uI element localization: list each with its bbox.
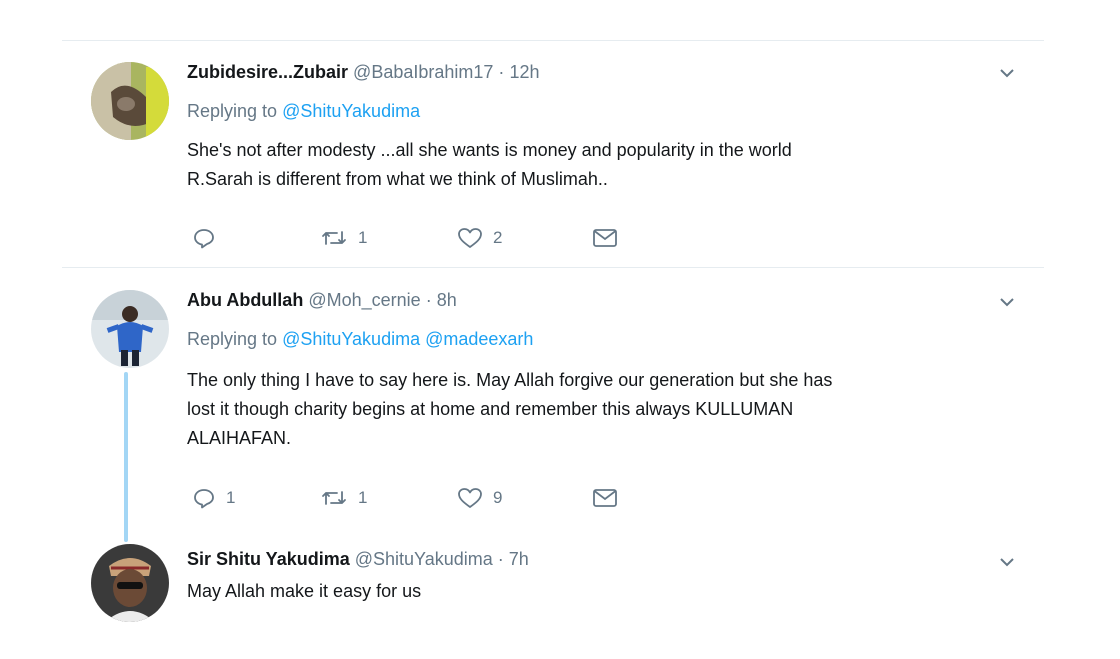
tweet-text: She's not after modesty ...all she wants… <box>187 136 1027 194</box>
retweet-button[interactable]: 1 <box>320 224 367 252</box>
avatar[interactable] <box>91 544 169 622</box>
separator-dot: · <box>498 62 505 82</box>
direct-message-icon <box>592 227 618 249</box>
author-name[interactable]: Sir Shitu Yakudima <box>187 549 350 569</box>
tweet-text-line: ALAIHAFAN. <box>187 428 292 448</box>
retweet-icon <box>320 226 348 250</box>
tweet-text-line: She's not after modesty ...all she wants… <box>187 140 792 160</box>
chevron-down-icon[interactable] <box>996 551 1018 573</box>
timestamp[interactable]: 12h <box>509 62 539 82</box>
avatar[interactable] <box>91 290 169 368</box>
direct-message-button[interactable] <box>592 224 618 252</box>
tweet-header: Sir Shitu Yakudima @ShituYakudima · 7h <box>187 549 529 570</box>
like-icon <box>457 226 483 250</box>
timestamp[interactable]: 8h <box>437 290 457 310</box>
top-divider <box>62 40 1044 41</box>
reply-button[interactable] <box>192 224 226 252</box>
tweet-header: Abu Abdullah @Moh_cernie · 8h <box>187 290 457 311</box>
tweet-text: May Allah make it easy for us <box>187 577 1027 606</box>
author-name[interactable]: Abu Abdullah <box>187 290 303 310</box>
author-handle[interactable]: @Moh_cernie <box>308 290 420 310</box>
replying-to: Replying to @ShituYakudima @madeexarh <box>187 329 533 350</box>
tweet-text-line: The only thing I have to say here is. Ma… <box>187 370 833 390</box>
reply-count: 1 <box>226 488 236 507</box>
retweet-icon <box>320 486 348 510</box>
direct-message-button[interactable] <box>592 484 618 512</box>
tweet-text-line: May Allah make it easy for us <box>187 581 422 601</box>
author-handle[interactable]: @ShituYakudima <box>355 549 493 569</box>
direct-message-icon <box>592 487 618 509</box>
avatar[interactable] <box>91 62 169 140</box>
replying-to-label: Replying to <box>187 329 278 349</box>
author-handle[interactable]: @BabaIbrahim17 <box>353 62 493 82</box>
tweet-actions: 1 1 9 <box>187 484 647 512</box>
tweet-text-line: lost it though charity begins at home an… <box>187 399 794 419</box>
replying-to: Replying to @ShituYakudima <box>187 101 420 122</box>
mention-link[interactable]: @ShituYakudima <box>282 101 420 121</box>
replying-to-label: Replying to <box>187 101 278 121</box>
retweet-button[interactable]: 1 <box>320 484 367 512</box>
reply-icon <box>192 226 216 250</box>
author-name[interactable]: Zubidesire...Zubair <box>187 62 348 82</box>
like-button[interactable]: 2 <box>457 224 502 252</box>
tweet-header: Zubidesire...Zubair @BabaIbrahim17 · 12h <box>187 62 539 83</box>
tweet-actions: 1 2 <box>187 224 647 252</box>
timestamp[interactable]: 7h <box>509 549 529 569</box>
like-count: 9 <box>493 488 503 507</box>
tweet-text-line: R.Sarah is different from what we think … <box>187 169 608 189</box>
reply-button[interactable]: 1 <box>192 484 235 512</box>
mention-link[interactable]: @ShituYakudima <box>282 329 420 349</box>
tweet-text: The only thing I have to say here is. Ma… <box>187 366 1027 453</box>
retweet-count: 1 <box>358 228 368 247</box>
reply-icon <box>192 486 216 510</box>
tweet-divider <box>62 267 1044 268</box>
like-icon <box>457 486 483 510</box>
chevron-down-icon[interactable] <box>996 291 1018 313</box>
like-count: 2 <box>493 228 503 247</box>
thread-connector-line <box>124 372 128 542</box>
chevron-down-icon[interactable] <box>996 62 1018 84</box>
like-button[interactable]: 9 <box>457 484 502 512</box>
mention-link[interactable]: @madeexarh <box>425 329 533 349</box>
separator-dot: · <box>497 549 504 569</box>
retweet-count: 1 <box>358 488 368 507</box>
separator-dot: · <box>425 290 432 310</box>
